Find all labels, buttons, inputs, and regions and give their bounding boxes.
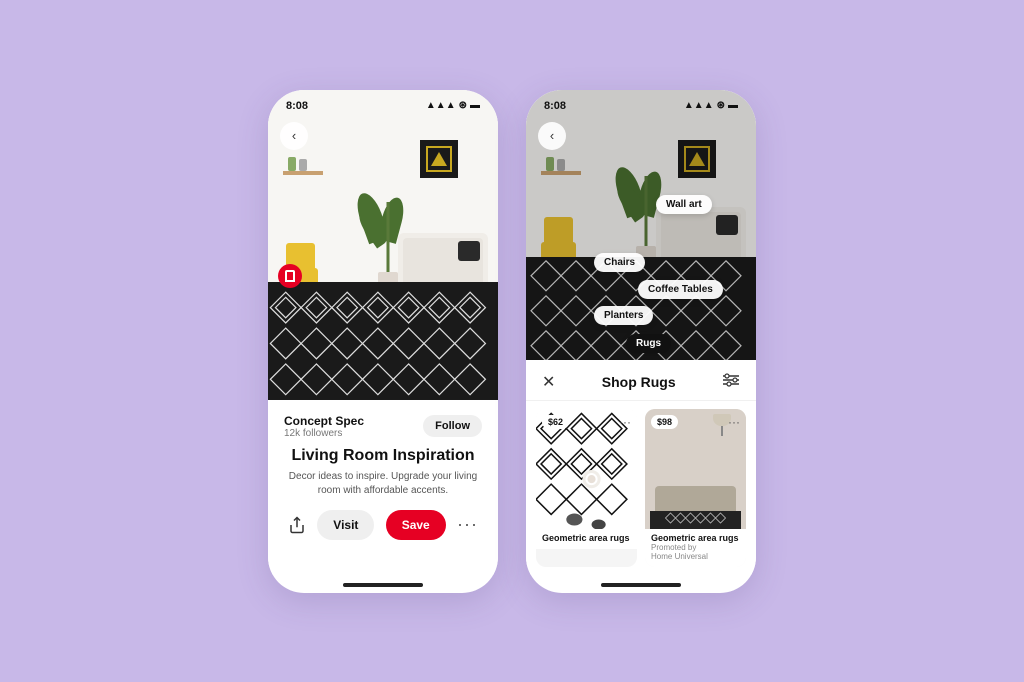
filter-button[interactable] <box>722 373 740 390</box>
room-floor-1 <box>268 282 498 400</box>
shop-panel: ✕ Shop Rugs <box>526 360 756 575</box>
product-card-rug[interactable]: $62 Geometric area rugs ··· <box>536 409 637 567</box>
action-row-1: Visit Save ··· <box>284 510 482 540</box>
wall-art-decor-1 <box>420 140 458 178</box>
mini-rug <box>650 511 741 529</box>
filter-icon-svg <box>722 373 740 387</box>
signal-icon-1: ▲▲▲ <box>426 100 456 111</box>
home-indicator-1 <box>343 583 423 587</box>
status-bar-2: 8:08 ▲▲▲ ⊛ ▬ <box>526 90 756 116</box>
save-button-1[interactable]: Save <box>386 510 446 540</box>
tag-planters[interactable]: Planters <box>594 306 653 325</box>
pin-description-1: Decor ideas to inspire. Upgrade your liv… <box>284 470 482 498</box>
visit-button-1[interactable]: Visit <box>317 510 374 540</box>
tag-chairs[interactable]: Chairs <box>594 253 645 272</box>
product-info-1: Geometric area rugs <box>536 529 637 549</box>
close-button[interactable]: ✕ <box>542 372 555 392</box>
product-more-2[interactable]: ··· <box>728 415 740 429</box>
plant-1 <box>378 192 398 288</box>
shop-title: Shop Rugs <box>602 374 676 390</box>
status-icons-1: ▲▲▲ ⊛ ▬ <box>426 100 480 111</box>
sofa-2 <box>656 207 746 262</box>
pin-image-2: ‹ Wall art Chairs Coffee Tables Planters… <box>526 90 756 360</box>
phones-container: 8:08 ▲▲▲ ⊛ ▬ <box>238 60 786 623</box>
price-tag-1: $62 <box>542 415 569 429</box>
triangle-icon-1 <box>431 152 447 166</box>
home-indicator-2 <box>601 583 681 587</box>
product-card-living[interactable]: $98 Geometric area rugs Promoted by Home… <box>645 409 746 567</box>
profile-info-1: Concept Spec 12k followers <box>284 414 364 439</box>
profile-row-1: Concept Spec 12k followers Follow <box>284 414 482 439</box>
status-icons-2: ▲▲▲ ⊛ ▬ <box>684 100 738 111</box>
pin-tag-icon-1[interactable] <box>278 264 302 288</box>
battery-icon-1: ▬ <box>470 100 480 111</box>
shop-product-grid: $62 Geometric area rugs ··· <box>526 401 756 575</box>
pin-image-1: ‹ <box>268 90 498 400</box>
pin-title-1: Living Room Inspiration <box>284 447 482 465</box>
time-1: 8:08 <box>286 100 308 112</box>
pin-info-1: Concept Spec 12k followers Follow Living… <box>268 400 498 575</box>
back-button-1[interactable]: ‹ <box>280 122 308 150</box>
product-seller-2: Home Universal <box>651 552 740 561</box>
time-2: 8:08 <box>544 100 566 112</box>
triangle-icon-2 <box>689 152 705 166</box>
phone-2: 8:08 ▲▲▲ ⊛ ▬ <box>526 90 756 593</box>
battery-icon-2: ▬ <box>728 100 738 111</box>
tag-wall-art[interactable]: Wall art <box>656 195 712 214</box>
plant-2 <box>636 166 656 262</box>
status-bar-1: 8:08 ▲▲▲ ⊛ ▬ <box>268 90 498 116</box>
wall-art-decor-2 <box>678 140 716 178</box>
profile-followers-1: 12k followers <box>284 428 364 439</box>
product-promoted-2: Promoted by <box>651 543 740 552</box>
wifi-icon-1: ⊛ <box>459 100 467 111</box>
price-tag-2: $98 <box>651 415 678 429</box>
phone-1: 8:08 ▲▲▲ ⊛ ▬ <box>268 90 498 593</box>
product-name-2: Geometric area rugs <box>651 533 740 543</box>
more-button-1[interactable]: ··· <box>457 514 478 535</box>
mini-sofa <box>655 486 736 514</box>
shop-header: ✕ Shop Rugs <box>526 360 756 401</box>
product-info-2: Geometric area rugs Promoted by Home Uni… <box>645 529 746 567</box>
tag-coffee-tables[interactable]: Coffee Tables <box>638 280 723 299</box>
chair-2 <box>541 217 576 262</box>
profile-name-1: Concept Spec <box>284 414 364 428</box>
wifi-icon-2: ⊛ <box>717 100 725 111</box>
sofa-1 <box>398 233 488 288</box>
signal-icon-2: ▲▲▲ <box>684 100 714 111</box>
product-name-1: Geometric area rugs <box>542 533 631 543</box>
back-button-2[interactable]: ‹ <box>538 122 566 150</box>
follow-button-1[interactable]: Follow <box>423 415 482 437</box>
share-icon-1 <box>288 516 306 534</box>
product-more-1[interactable]: ··· <box>619 415 631 429</box>
share-button-1[interactable] <box>288 516 306 534</box>
tag-rugs[interactable]: Rugs <box>626 334 671 353</box>
